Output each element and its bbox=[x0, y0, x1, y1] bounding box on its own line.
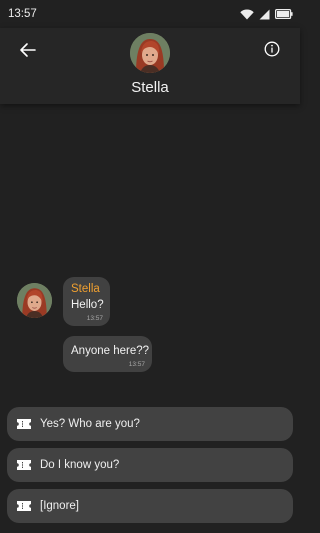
chat-header: Stella bbox=[0, 28, 300, 104]
ticket-icon bbox=[17, 501, 31, 511]
info-icon[interactable] bbox=[262, 39, 282, 59]
back-arrow-icon[interactable] bbox=[18, 40, 38, 60]
status-icons bbox=[240, 8, 293, 20]
message-bubble[interactable]: Anyone here?? 13:57 bbox=[63, 336, 152, 372]
reply-option[interactable]: Yes? Who are you? bbox=[7, 407, 293, 441]
avatar-image bbox=[17, 283, 52, 318]
message-time: 13:57 bbox=[128, 361, 145, 368]
avatar-image bbox=[130, 33, 170, 73]
message-bubble[interactable]: Stella Hello? 13:57 bbox=[63, 277, 110, 326]
cellular-signal-icon bbox=[259, 9, 270, 19]
contact-avatar[interactable] bbox=[130, 33, 170, 73]
reply-label: [Ignore] bbox=[40, 500, 79, 512]
sender-name: Stella bbox=[71, 283, 100, 295]
message-time: 13:57 bbox=[86, 315, 103, 322]
wifi-icon bbox=[240, 8, 254, 19]
message-sender-avatar[interactable] bbox=[17, 283, 52, 318]
ticket-icon bbox=[17, 419, 31, 429]
battery-icon bbox=[275, 9, 293, 19]
reply-label: Do I know you? bbox=[40, 459, 120, 471]
status-time: 13:57 bbox=[8, 8, 37, 20]
reply-option[interactable]: [Ignore] bbox=[7, 489, 293, 523]
message-text: Hello? bbox=[71, 299, 104, 311]
contact-name: Stella bbox=[131, 79, 169, 96]
message-text: Anyone here?? bbox=[71, 345, 150, 357]
reply-label: Yes? Who are you? bbox=[40, 418, 140, 430]
ticket-icon bbox=[17, 460, 31, 470]
status-bar: 13:57 bbox=[0, 0, 300, 28]
reply-option[interactable]: Do I know you? bbox=[7, 448, 293, 482]
